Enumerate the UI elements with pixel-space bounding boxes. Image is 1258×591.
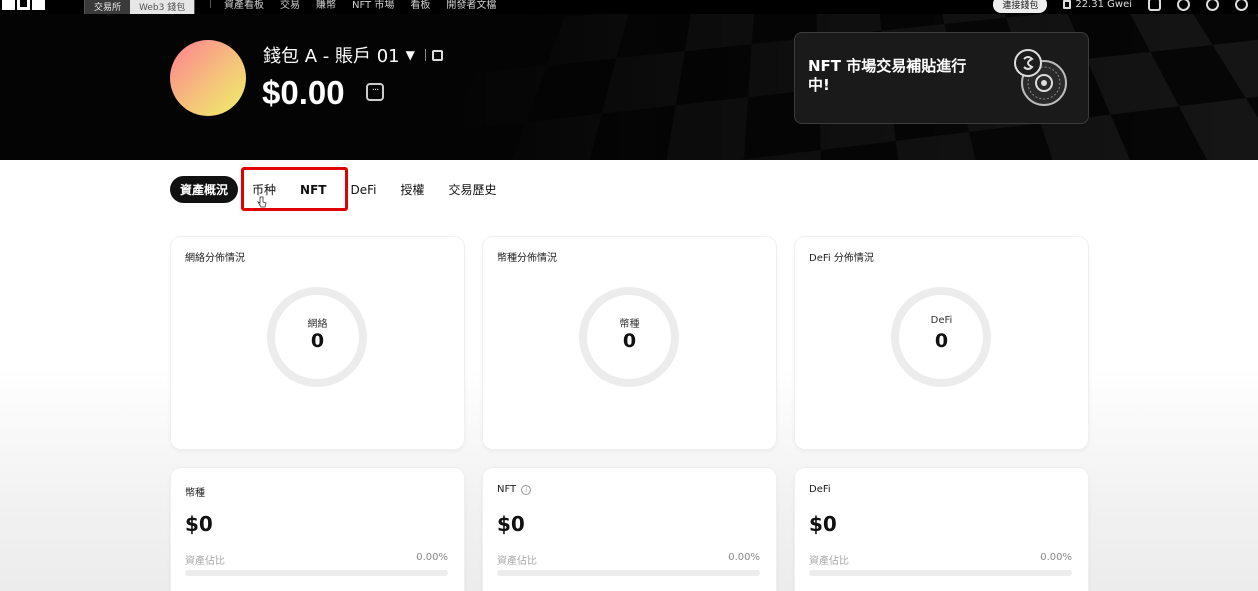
card-title: 網絡分佈情況	[185, 253, 245, 264]
okx-logo[interactable]	[2, 0, 45, 10]
help-icon[interactable]	[1206, 0, 1219, 11]
nav-divider	[210, 0, 211, 8]
donut-value: 0	[310, 330, 325, 352]
nav-link-trade[interactable]: 交易	[280, 0, 300, 11]
download-icon[interactable]	[1148, 0, 1161, 11]
stat-value: $0	[497, 512, 525, 536]
donut-label: 網絡	[307, 319, 328, 330]
mode-tab-exchange[interactable]: 交易所	[85, 0, 131, 14]
share-progress-bar	[185, 570, 448, 576]
mode-switch: 交易所 Web3 錢包	[84, 0, 196, 14]
promo-text: NFT 市場交易補貼進行中!	[808, 57, 967, 94]
stat-value: $0	[185, 512, 213, 536]
info-icon[interactable]: i	[521, 484, 532, 495]
nav-link-dashboard[interactable]: 資產看板	[224, 0, 264, 11]
tab-approvals[interactable]: 授權	[388, 181, 436, 198]
share-progress-bar	[809, 570, 1072, 576]
connect-wallet-button[interactable]: 連接錢包	[993, 0, 1048, 13]
share-label: 資產佔比	[185, 556, 225, 567]
share-percent: 0.00%	[416, 552, 448, 563]
nav-link-earn[interactable]: 賺幣	[316, 0, 336, 11]
stat-title: NFT i	[497, 484, 532, 495]
share-label: 資產佔比	[809, 556, 849, 567]
stat-title: 幣種	[185, 488, 205, 499]
wallet-selector[interactable]: 錢包 A - 賬戶 01 ▼	[263, 42, 443, 68]
tab-history[interactable]: 交易歷史	[436, 181, 508, 198]
donut-label: 幣種	[619, 319, 640, 330]
stat-value: $0	[809, 512, 837, 536]
tab-overview[interactable]: 資產概況	[170, 176, 239, 203]
right-tools: 連接錢包 22.31 Gwei	[993, 0, 1248, 13]
caret-down-icon[interactable]: ▼	[406, 48, 415, 62]
nft-coin-icon	[1014, 49, 1067, 106]
defi-distribution-card: DeFi 分佈情況 DeFi 0	[795, 237, 1088, 449]
token-distribution-card: 幣種分佈情況 幣種 0	[483, 237, 776, 449]
share-percent: 0.00%	[728, 552, 760, 563]
defi-value-card[interactable]: DeFi $0 資產佔比 0.00%	[795, 468, 1088, 591]
mode-tab-web3[interactable]: Web3 錢包	[130, 0, 195, 14]
card-title: DeFi 分佈情況	[809, 253, 874, 264]
donut-label: DeFi	[930, 315, 953, 326]
gas-pump-icon	[1063, 0, 1072, 9]
wallet-name: 錢包 A - 賬戶 01	[263, 46, 400, 67]
share-progress-bar	[497, 570, 760, 576]
nav-links: 資產看板 交易 賺幣 NFT 市場 看板 開發者文檔	[224, 0, 496, 11]
nav-link-nft-market[interactable]: NFT 市場	[352, 0, 394, 11]
donut-value: 0	[622, 330, 637, 352]
promo-banner[interactable]: NFT 市場交易補貼進行中!	[794, 32, 1089, 124]
tokens-value-card[interactable]: 幣種 $0 資產佔比 0.00%	[171, 468, 464, 591]
gas-price[interactable]: 22.31 Gwei	[1063, 0, 1132, 10]
globe-icon[interactable]	[1235, 0, 1248, 11]
card-title: 幣種分佈情況	[497, 253, 557, 264]
copy-icon[interactable]	[431, 49, 443, 61]
network-distribution-card: 網絡分佈情況 網絡 0	[171, 237, 464, 449]
share-percent: 0.00%	[1040, 552, 1072, 563]
share-label: 資產佔比	[497, 556, 537, 567]
donut-value: 0	[934, 330, 949, 352]
wallet-avatar	[170, 40, 246, 116]
more-options-icon[interactable]: ···	[366, 83, 384, 101]
nav-link-docs[interactable]: 開發者文檔	[446, 0, 496, 11]
stat-title: DeFi	[809, 484, 831, 495]
hand-cursor-icon	[257, 196, 267, 208]
total-balance: $0.00	[262, 74, 345, 111]
top-nav: 交易所 Web3 錢包 資產看板 交易 賺幣 NFT 市場 看板 開發者文檔 連…	[0, 0, 1258, 14]
nft-value-card[interactable]: NFT i $0 資產佔比 0.00%	[483, 468, 776, 591]
nav-link-board[interactable]: 看板	[410, 0, 430, 11]
bell-icon[interactable]	[1177, 0, 1190, 11]
gas-value: 22.31 Gwei	[1075, 0, 1132, 10]
